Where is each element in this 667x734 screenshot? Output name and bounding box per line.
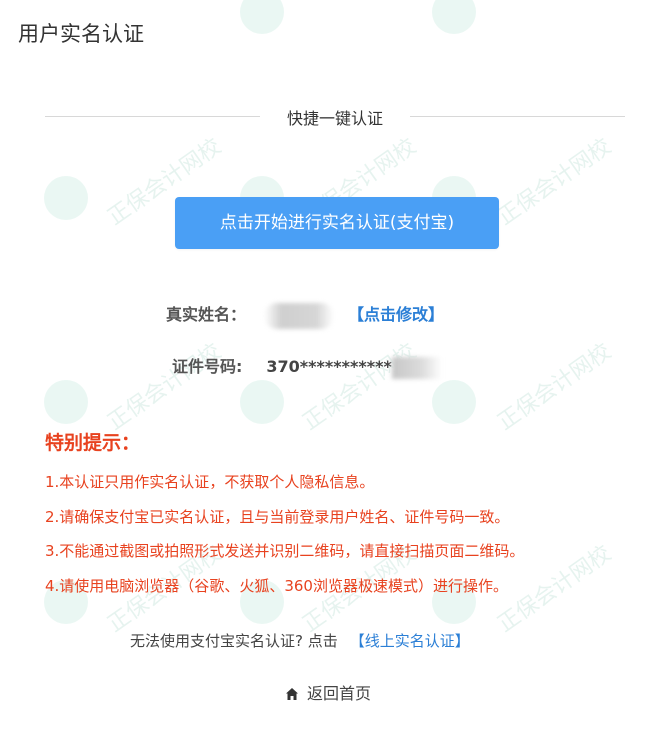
watermark-text: 正保会计网校 (493, 339, 616, 436)
watermark-logo-icon (44, 176, 88, 220)
quick-auth-label: 快捷一键认证 (286, 109, 383, 128)
divider-line (410, 116, 625, 117)
quick-auth-divider: 快捷一键认证 (45, 100, 625, 134)
watermark-text: 正保会计网校 (493, 134, 616, 231)
real-name-label: 真实姓名： (166, 305, 247, 324)
watermark-logo-icon (240, 0, 284, 34)
notice-list: 1.本认证只用作实名认证，不获取个人隐私信息。 2.请确保支付宝已实名认证，且与… (45, 465, 524, 603)
real-name-row: 真实姓名： 【点击修改】 (166, 301, 444, 329)
redacted-id (391, 356, 442, 379)
page-title: 用户实名认证 (18, 22, 144, 46)
redacted-name (264, 302, 335, 329)
id-number-row: 证件号码: 370*********** (172, 353, 442, 379)
notice-title: 特别提示： (45, 432, 141, 454)
watermark-text: 正保会计网校 (298, 339, 421, 436)
home-icon (285, 686, 299, 705)
id-number-value: 370*********** (266, 357, 392, 376)
watermark-logo-icon (432, 380, 476, 424)
back-home-link[interactable]: 返回首页 (285, 680, 371, 705)
edit-name-link[interactable]: 【点击修改】 (348, 305, 444, 324)
alternative-auth-row: 无法使用支付宝实名认证? 点击 【线上实名认证】 (130, 630, 470, 651)
back-home-label: 返回首页 (307, 684, 372, 703)
online-auth-link[interactable]: 【线上实名认证】 (350, 632, 470, 650)
watermark-logo-icon (432, 0, 476, 34)
notice-item: 4.请使用电脑浏览器（谷歌、火狐、360浏览器极速模式）进行操作。 (45, 576, 508, 595)
watermark-logo-icon (44, 380, 88, 424)
notice-item: 3.不能通过截图或拍照形式发送并识别二维码，请直接扫描页面二维码。 (45, 542, 525, 560)
id-number-label: 证件号码: (172, 357, 243, 376)
watermark-text: 正保会计网校 (103, 339, 226, 436)
notice-item: 2.请确保支付宝已实名认证，且与当前登录用户姓名、证件号码一致。 (45, 507, 510, 526)
alipay-auth-button[interactable]: 点击开始进行实名认证(支付宝) (175, 197, 499, 249)
alternative-auth-text: 无法使用支付宝实名认证? 点击 (130, 632, 338, 650)
watermark-logo-icon (240, 380, 284, 424)
notice-item: 1.本认证只用作实名认证，不获取个人隐私信息。 (45, 473, 375, 491)
